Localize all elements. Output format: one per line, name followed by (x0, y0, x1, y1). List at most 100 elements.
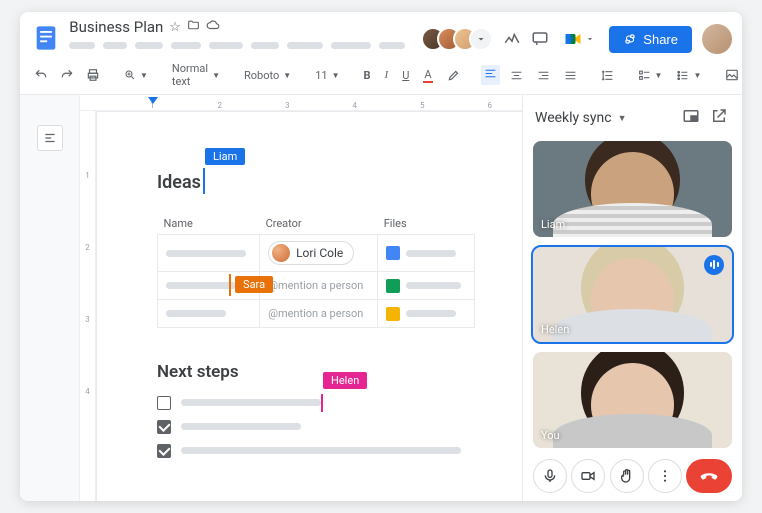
align-left-button[interactable] (481, 65, 500, 85)
doc-file-icon[interactable] (386, 246, 400, 260)
font-family-label: Roboto (244, 69, 279, 82)
cursor-liam-line (203, 168, 205, 194)
person-chip[interactable]: Lori Cole (268, 241, 354, 265)
font-family-dropdown[interactable]: Roboto▼ (240, 67, 295, 84)
font-size-label: 11 (315, 69, 327, 82)
left-gutter (20, 95, 80, 501)
share-button-label: Share (643, 32, 678, 47)
text-color-button[interactable]: A (419, 65, 436, 86)
meet-panel: Weekly sync ▼ Liam Helen (522, 95, 742, 501)
table-row[interactable]: Lori Cole (158, 235, 475, 272)
paragraph-style-dropdown[interactable]: Normal text▼ (168, 60, 224, 90)
ruler-mark: 4 (85, 387, 90, 396)
mention-placeholder[interactable]: @mention a person (268, 279, 363, 292)
zoom-dropdown[interactable]: ▼ (120, 67, 152, 83)
cursor-sara-flag: Sara (235, 276, 273, 293)
video-tiles: Liam Helen You (533, 141, 732, 449)
checklist-button[interactable]: ▼ (634, 67, 667, 84)
checkbox-unchecked-icon[interactable] (157, 396, 171, 410)
collaborator-avatars[interactable] (421, 27, 493, 51)
header: Business Plan ☆ (20, 12, 742, 56)
outline-toggle-icon[interactable] (37, 125, 63, 151)
open-in-new-icon[interactable] (708, 105, 730, 131)
cursor-helen-flag: Helen (323, 372, 367, 389)
table-row[interactable]: @mention a person (158, 299, 475, 327)
account-avatar[interactable] (702, 24, 732, 54)
indent-marker-icon[interactable] (148, 97, 158, 104)
canvas: 1 2 3 4 5 6 1 2 3 4 Ideas Liam (80, 95, 522, 501)
meet-title-dropdown-icon[interactable]: ▼ (618, 113, 627, 124)
cursor-helen-line (321, 394, 323, 412)
move-to-folder-icon[interactable] (187, 19, 200, 36)
slide-file-icon[interactable] (386, 307, 400, 321)
meet-dropdown-button[interactable] (559, 27, 599, 51)
heading-ideas[interactable]: Ideas (157, 172, 201, 193)
checklist-item[interactable] (157, 420, 475, 434)
raise-hand-button[interactable] (610, 459, 644, 493)
menu-bar[interactable] (69, 42, 405, 49)
align-right-button[interactable] (533, 66, 554, 85)
heading-next-steps[interactable]: Next steps (157, 362, 475, 382)
document-page[interactable]: Ideas Liam Name Creator Files (96, 111, 522, 501)
collab-overflow-icon[interactable] (469, 27, 493, 51)
cloud-saved-icon[interactable] (206, 18, 220, 36)
chip-label: Lori Cole (296, 246, 343, 260)
ruler-mark: 3 (285, 101, 290, 110)
insert-image-button[interactable] (721, 65, 742, 85)
cursor-helen-label: Helen (331, 374, 359, 387)
ruler-mark: 3 (85, 315, 90, 324)
font-size-dropdown[interactable]: 11▼ (311, 67, 343, 84)
toggle-camera-button[interactable] (571, 459, 605, 493)
chip-avatar-icon (272, 244, 290, 262)
checkbox-checked-icon[interactable] (157, 420, 171, 434)
align-center-button[interactable] (506, 66, 527, 85)
sheet-file-icon[interactable] (386, 279, 400, 293)
checklist: Helen (157, 396, 475, 458)
star-icon[interactable]: ☆ (169, 20, 181, 35)
underline-button[interactable]: U (398, 66, 413, 85)
col-header-creator: Creator (260, 213, 378, 235)
ruler-mark: 6 (488, 101, 493, 110)
docs-logo-icon[interactable] (30, 20, 61, 56)
share-button[interactable]: Share (609, 26, 692, 53)
table-row[interactable]: Sara @mention a person (158, 272, 475, 300)
meet-header: Weekly sync ▼ (533, 103, 732, 141)
cursor-liam-flag: Liam (205, 148, 245, 165)
checkbox-checked-icon[interactable] (157, 444, 171, 458)
toolbar: ▼ Normal text▼ Roboto▼ 11▼ B I U A ▼ ▼ G… (20, 56, 742, 95)
leave-call-button[interactable] (686, 459, 732, 493)
bold-button[interactable]: B (360, 66, 375, 85)
ideas-table[interactable]: Name Creator Files Lori Cole (157, 213, 475, 328)
more-options-button[interactable] (648, 459, 682, 493)
picture-in-picture-icon[interactable] (680, 105, 702, 131)
meet-title[interactable]: Weekly sync (535, 110, 612, 126)
paragraph-style-label: Normal text (172, 62, 208, 88)
line-spacing-button[interactable] (597, 66, 618, 85)
ruler-mark: 5 (420, 101, 425, 110)
comments-icon[interactable] (531, 30, 549, 48)
print-button[interactable] (82, 65, 104, 85)
mention-placeholder[interactable]: @mention a person (268, 307, 363, 320)
title-area: Business Plan ☆ (69, 18, 405, 49)
checklist-item[interactable] (157, 444, 475, 458)
video-tile-helen[interactable]: Helen (533, 247, 732, 343)
header-right: Share (421, 24, 732, 54)
video-tile-liam[interactable]: Liam (533, 141, 732, 237)
mute-mic-button[interactable] (533, 459, 567, 493)
italic-button[interactable]: I (381, 66, 393, 84)
cursor-sara-line (229, 274, 231, 296)
align-justify-button[interactable] (560, 66, 581, 85)
tile-name-label: You (541, 429, 560, 442)
col-header-files: Files (378, 213, 475, 235)
vertical-ruler[interactable]: 1 2 3 4 (80, 111, 96, 501)
horizontal-ruler[interactable]: 1 2 3 4 5 6 (80, 95, 522, 111)
checklist-item[interactable]: Helen (157, 396, 475, 410)
ruler-mark: 2 (85, 243, 90, 252)
activity-icon[interactable] (503, 30, 521, 48)
video-tile-you[interactable]: You (533, 352, 732, 448)
undo-button[interactable] (30, 65, 52, 85)
document-title[interactable]: Business Plan (69, 18, 163, 36)
redo-button[interactable] (56, 65, 78, 85)
highlight-button[interactable] (443, 65, 465, 85)
bulleted-list-button[interactable]: ▼ (672, 67, 705, 84)
